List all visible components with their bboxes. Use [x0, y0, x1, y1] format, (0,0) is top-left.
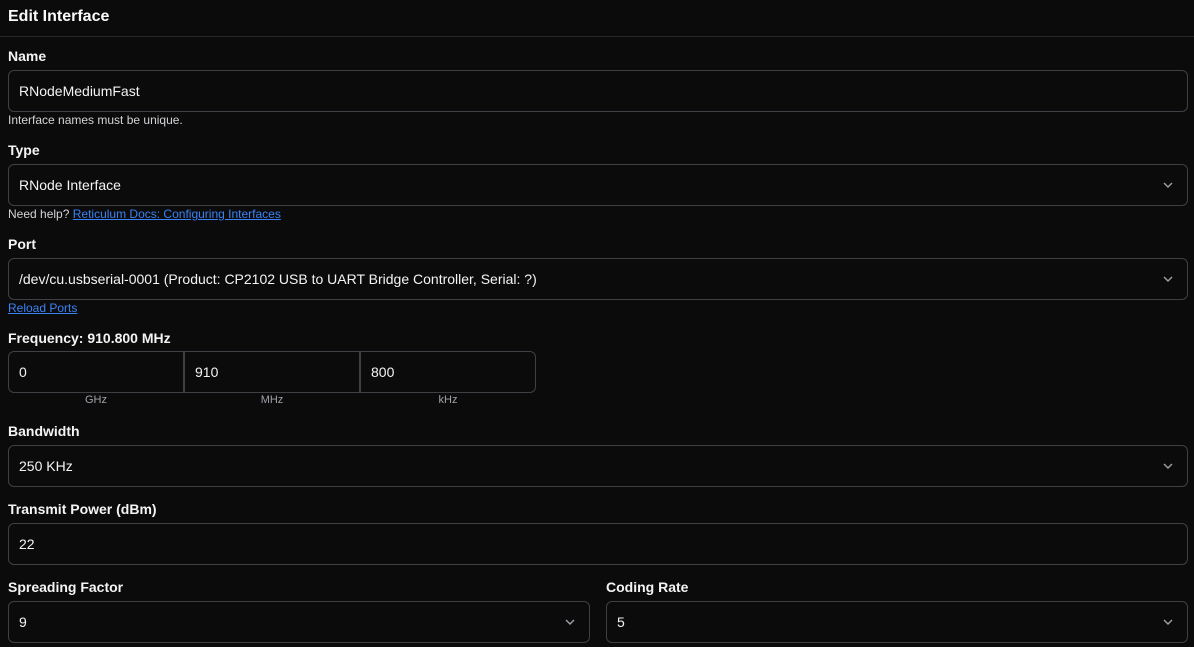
chevron-down-icon — [565, 619, 575, 625]
frequency-khz-input[interactable]: 800 — [360, 351, 536, 393]
chevron-down-icon — [1163, 276, 1173, 282]
type-select[interactable]: RNode Interface — [8, 164, 1188, 206]
name-input[interactable]: RNodeMediumFast — [8, 70, 1188, 112]
page-title: Edit Interface — [8, 8, 110, 25]
page-header: Edit Interface — [0, 0, 1194, 37]
port-select[interactable]: /dev/cu.usbserial-0001 (Product: CP2102 … — [8, 258, 1188, 300]
chevron-down-icon — [1163, 182, 1173, 188]
transmit-power-value: 22 — [19, 536, 35, 552]
frequency-label: Frequency: 910.800 MHz — [8, 330, 171, 346]
ghz-unit-label: GHz — [85, 394, 107, 406]
bandwidth-label: Bandwidth — [8, 423, 80, 439]
bandwidth-select-value: 250 KHz — [19, 458, 73, 474]
name-hint: Interface names must be unique. — [8, 113, 183, 127]
transmit-power-input[interactable]: 22 — [8, 523, 1188, 565]
spreading-factor-select[interactable]: 9 — [8, 601, 590, 643]
coding-rate-value: 5 — [617, 614, 625, 630]
type-help-prefix: Need help? — [8, 207, 70, 221]
frequency-mhz-input[interactable]: 910 — [184, 351, 360, 393]
name-label: Name — [8, 48, 47, 64]
name-input-value: RNodeMediumFast — [19, 83, 140, 99]
port-label: Port — [8, 236, 36, 252]
type-help: Need help? Reticulum Docs: Configuring I… — [8, 207, 281, 221]
transmit-power-label: Transmit Power (dBm) — [8, 501, 157, 517]
coding-rate-select[interactable]: 5 — [606, 601, 1188, 643]
bandwidth-select[interactable]: 250 KHz — [8, 445, 1188, 487]
coding-rate-label: Coding Rate — [606, 579, 689, 595]
type-label: Type — [8, 142, 40, 158]
reload-ports-link[interactable]: Reload Ports — [8, 301, 77, 315]
chevron-down-icon — [1163, 619, 1173, 625]
chevron-down-icon — [1163, 463, 1173, 469]
frequency-ghz-value: 0 — [19, 364, 27, 380]
frequency-ghz-input[interactable]: 0 — [8, 351, 184, 393]
frequency-mhz-value: 910 — [195, 364, 219, 380]
type-select-value: RNode Interface — [19, 177, 121, 193]
mhz-unit-label: MHz — [260, 394, 284, 406]
port-select-value: /dev/cu.usbserial-0001 (Product: CP2102 … — [19, 271, 537, 287]
frequency-khz-value: 800 — [371, 364, 395, 380]
reticulum-docs-link[interactable]: Reticulum Docs: Configuring Interfaces — [73, 207, 281, 221]
spreading-factor-value: 9 — [19, 614, 27, 630]
khz-unit-label: kHz — [438, 394, 458, 406]
spreading-factor-label: Spreading Factor — [8, 579, 124, 595]
